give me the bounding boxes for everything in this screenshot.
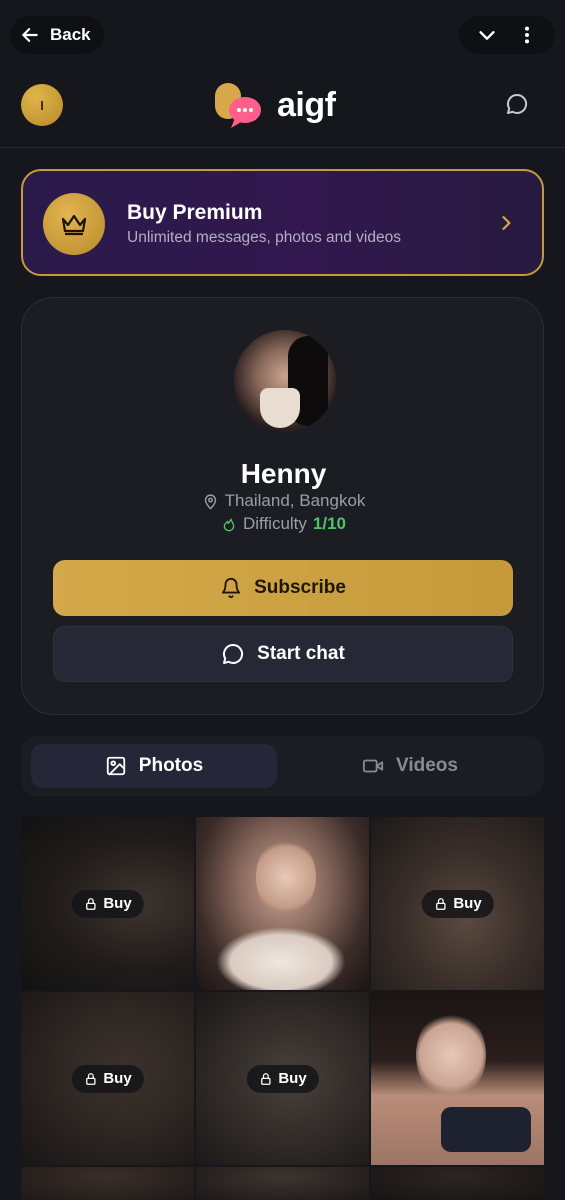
buy-label: Buy <box>103 895 132 912</box>
subscribe-button[interactable]: Subscribe <box>53 560 513 616</box>
buy-label: Buy <box>103 1070 132 1087</box>
buy-label: Buy <box>453 895 482 912</box>
premium-title: Buy Premium <box>127 201 263 224</box>
profile-location: Thailand, Bangkok <box>22 491 545 511</box>
start-chat-label: Start chat <box>257 643 345 664</box>
lock-icon <box>85 1072 96 1085</box>
location-text: Thailand, Bangkok <box>224 491 366 510</box>
photo-tile-locked[interactable]: Buy <box>21 992 194 1165</box>
map-pin-icon <box>204 493 216 509</box>
tab-photos-label: Photos <box>138 755 204 776</box>
crown-badge <box>43 193 105 255</box>
start-chat-button[interactable]: Start chat <box>53 626 513 682</box>
app-header: I aigf <box>0 70 565 148</box>
buy-premium-banner[interactable]: Buy Premium Unlimited messages, photos a… <box>21 169 544 276</box>
difficulty-value: 1/10 <box>312 514 347 533</box>
photo-tile-locked[interactable]: Buy <box>371 817 544 990</box>
subscribe-label: Subscribe <box>254 577 346 598</box>
photo-tile[interactable] <box>371 992 544 1165</box>
crown-icon <box>61 214 87 236</box>
photo-tile[interactable] <box>196 817 369 990</box>
browser-topbar: Back <box>0 0 565 70</box>
buy-badge[interactable]: Buy <box>71 1064 144 1093</box>
photo-tile-locked[interactable]: Buy <box>196 992 369 1165</box>
profile-photo[interactable] <box>234 330 336 432</box>
logo-mark-icon <box>215 83 261 128</box>
profile-name: Henny <box>240 458 327 489</box>
media-tabs: Photos Videos <box>21 736 544 796</box>
profile-card: Henny Thailand, Bangkok Difficulty 1/10 … <box>21 297 544 715</box>
video-camera-icon <box>362 759 384 773</box>
user-avatar[interactable]: I <box>21 84 63 126</box>
photo-tile-locked[interactable] <box>196 1167 369 1200</box>
premium-subtitle: Unlimited messages, photos and videos <box>127 229 401 246</box>
logo-text: aigf <box>277 86 336 124</box>
back-button[interactable]: Back <box>10 16 104 54</box>
chevron-right-icon <box>502 216 511 230</box>
tab-photos[interactable]: Photos <box>31 744 277 788</box>
avatar-initial: I <box>40 97 44 113</box>
tab-videos[interactable]: Videos <box>287 744 533 788</box>
chat-bubble-icon[interactable] <box>505 92 529 116</box>
tab-videos-label: Videos <box>396 755 458 776</box>
photo-tile-locked[interactable] <box>21 1167 194 1200</box>
more-vertical-icon[interactable] <box>516 24 538 46</box>
lock-icon <box>85 897 96 910</box>
lock-icon <box>435 897 446 910</box>
photo-detail <box>441 1107 531 1152</box>
topbar-actions <box>459 16 555 54</box>
chat-bubble-icon <box>223 643 244 664</box>
photo-detail <box>216 927 346 990</box>
app-logo[interactable]: aigf <box>213 80 353 132</box>
bell-icon <box>221 578 241 599</box>
profile-photo-detail <box>260 388 300 428</box>
lock-icon <box>260 1072 271 1085</box>
buy-badge[interactable]: Buy <box>421 889 494 918</box>
photo-tile-locked[interactable]: Buy <box>21 817 194 990</box>
photo-detail <box>256 837 316 917</box>
photo-detail <box>416 1010 486 1100</box>
flame-icon <box>223 518 235 532</box>
back-label: Back <box>50 25 91 44</box>
photo-grid: Buy Buy Buy Buy <box>21 817 544 1200</box>
photo-tile[interactable] <box>371 1167 544 1200</box>
buy-label: Buy <box>278 1070 307 1087</box>
difficulty-label: Difficulty <box>242 514 307 533</box>
profile-difficulty: Difficulty 1/10 <box>22 514 545 534</box>
arrow-left-icon <box>22 28 38 42</box>
image-icon <box>106 756 125 776</box>
chevron-down-icon[interactable] <box>476 24 498 46</box>
buy-badge[interactable]: Buy <box>71 889 144 918</box>
buy-badge[interactable]: Buy <box>246 1064 319 1093</box>
